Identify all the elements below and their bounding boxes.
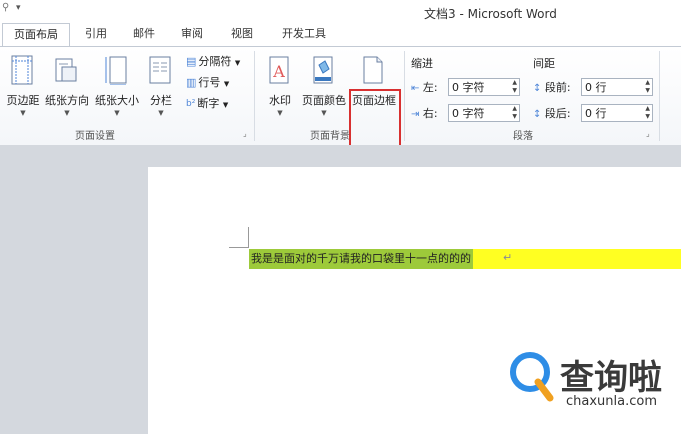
line-numbers-icon: ▥ — [186, 76, 197, 89]
spacing-before-input[interactable]: 0 行 ▲ ▼ — [581, 78, 653, 96]
indent-right-input[interactable]: 0 字符 ▲ ▼ — [448, 104, 520, 122]
tab-references[interactable]: 引用 — [76, 22, 116, 46]
watermark-button[interactable]: A 水印 ▼ — [259, 51, 301, 121]
breaks-icon: ▤ — [186, 55, 197, 68]
spacing-before-icon: ↕ — [533, 83, 542, 94]
spacing-after-icon: ↕ — [533, 109, 542, 120]
page-borders-icon — [363, 56, 383, 84]
orientation-button[interactable]: 纸张方向 ▼ — [45, 51, 89, 121]
spacing-after-label: ↕ 段后: — [533, 107, 571, 120]
indent-left-label: ⇤ 左: — [411, 81, 438, 94]
chevron-down-icon: ▼ — [321, 109, 327, 117]
columns-button[interactable]: 分栏 ▼ — [140, 51, 182, 121]
margins-icon — [11, 55, 33, 85]
breaks-label: 分隔符 — [198, 55, 232, 68]
dialog-launcher-icon[interactable]: ⌟ — [243, 129, 247, 138]
title-bar: ⚲ ▾ 文档3 - Microsoft Word — [0, 0, 681, 22]
hyphenation-button[interactable]: b² 断字 ▼ — [186, 95, 228, 113]
page-setup-group-label: 页面设置 — [75, 131, 115, 142]
size-button[interactable]: 纸张大小 ▼ — [95, 51, 139, 121]
chevron-down-icon: ▼ — [64, 109, 70, 117]
svg-text:A: A — [272, 62, 285, 81]
spinner-arrows-icon[interactable]: ▲ ▼ — [512, 79, 517, 95]
line-numbers-label: 行号 — [198, 76, 221, 89]
page-color-label: 页面颜色 — [302, 94, 346, 107]
columns-icon — [149, 56, 171, 84]
ribbon: 页边距 ▼ 纸张方向 ▼ 纸张大小 ▼ 分栏 ▼ ▤ 分隔符 ▼ ▥ 行号 ▼ … — [0, 46, 681, 167]
margin-marker — [248, 227, 249, 247]
indent-left-input[interactable]: 0 字符 ▲ ▼ — [448, 78, 520, 96]
spinner-arrows-icon[interactable]: ▲ ▼ — [645, 105, 650, 121]
group-divider — [404, 51, 405, 141]
spacing-after-input[interactable]: 0 行 ▲ ▼ — [581, 104, 653, 122]
indent-right-icon: ⇥ — [411, 109, 420, 120]
selected-text[interactable]: 我是是面对的千万请我的口袋里十一点的的的 — [249, 249, 473, 269]
spinner-arrows-icon[interactable]: ▲ ▼ — [645, 79, 650, 95]
page-color-button[interactable]: 页面颜色 ▼ — [302, 51, 346, 121]
tab-mailings[interactable]: 邮件 — [124, 22, 164, 46]
page-background-group-label: 页面背景 — [310, 131, 350, 142]
paragraph-group-label: 段落 — [513, 131, 533, 142]
tab-review[interactable]: 审阅 — [172, 22, 212, 46]
chevron-down-icon: ▼ — [20, 109, 26, 117]
chevron-down-icon: ▼ — [277, 109, 283, 117]
tab-view[interactable]: 视图 — [222, 22, 262, 46]
hyphenation-icon: b² — [186, 99, 196, 109]
page-color-icon — [313, 56, 333, 84]
ribbon-tabs: 页面布局 引用 邮件 审阅 视图 开发工具 — [0, 22, 681, 47]
indent-left-icon: ⇤ — [411, 83, 420, 94]
indent-heading: 缩进 — [411, 57, 433, 70]
paper-size-icon — [105, 56, 127, 85]
chevron-down-icon: ▼ — [114, 109, 120, 117]
margin-marker — [229, 247, 249, 248]
orientation-label: 纸张方向 — [45, 94, 89, 107]
orientation-icon — [55, 58, 77, 82]
group-divider — [659, 51, 660, 141]
spinner-arrows-icon[interactable]: ▲ ▼ — [512, 105, 517, 121]
hyphenation-label: 断字 — [197, 97, 220, 110]
line-numbers-button[interactable]: ▥ 行号 ▼ — [186, 74, 229, 92]
tab-developer[interactable]: 开发工具 — [272, 22, 336, 46]
breaks-button[interactable]: ▤ 分隔符 ▼ — [186, 53, 240, 71]
watermark-icon: A — [269, 56, 289, 84]
indent-right-label: ⇥ 右: — [411, 107, 438, 120]
spacing-heading: 间距 — [533, 57, 555, 70]
quick-access-icon[interactable]: ⚲ — [2, 2, 9, 13]
paragraph-mark: ↵ — [503, 251, 513, 264]
margins-button[interactable]: 页边距 ▼ — [2, 51, 44, 121]
dialog-launcher-icon[interactable]: ⌟ — [646, 129, 650, 138]
watermark-domain: chaxunla.com — [566, 394, 657, 409]
tab-page-layout[interactable]: 页面布局 — [2, 23, 70, 47]
chevron-down-icon: ▼ — [158, 109, 164, 117]
spacing-before-label: ↕ 段前: — [533, 81, 571, 94]
columns-label: 分栏 — [150, 94, 172, 107]
quick-access-dropdown-icon[interactable]: ▾ — [16, 3, 21, 13]
watermark-name: 查询啦 — [560, 358, 662, 398]
window-title: 文档3 - Microsoft Word — [424, 7, 557, 21]
watermark-logo-icon — [510, 352, 554, 402]
